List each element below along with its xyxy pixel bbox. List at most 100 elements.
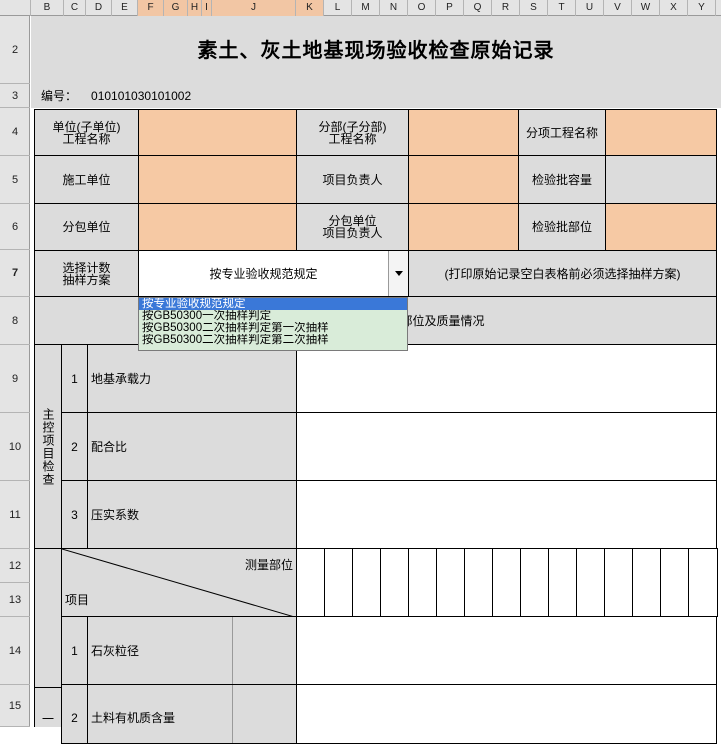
measure-cell[interactable] [464,548,493,617]
measure-cell[interactable] [632,548,661,617]
measure-cell[interactable] [520,548,549,617]
project-manager-label: 项目负责人 [296,155,409,204]
general-label-cell [34,548,62,688]
column-header-K[interactable]: K [296,0,324,16]
row-header-bar: 2 3 4 5 6 7 8 9 10 11 12 13 14 15 [0,16,30,727]
row-header-13[interactable]: 13 [0,583,30,617]
column-header-O[interactable]: O [408,0,436,16]
measure-cell[interactable] [408,548,437,617]
column-header-C[interactable]: C [64,0,86,16]
row-header-4[interactable]: 4 [0,108,30,156]
main-item-number: 1 [61,344,88,413]
corner-cell[interactable] [0,0,31,16]
general-label: 一 [41,711,54,726]
main-control-label: 主控项目检查 [41,407,55,486]
measure-cell[interactable] [660,548,689,617]
position-label: 测量部位 [244,558,293,572]
column-header-D[interactable]: D [86,0,112,16]
dropdown-option[interactable]: 按GB50300二次抽样判定第一次抽样 [139,322,407,334]
column-header-G[interactable]: G [164,0,188,16]
row-header-8[interactable]: 8 [0,297,30,345]
row-header-5[interactable]: 5 [0,156,30,204]
column-header-T[interactable]: T [548,0,576,16]
measure-cell[interactable] [296,548,325,617]
column-header-P[interactable]: P [436,0,464,16]
sampling-select[interactable]: 按专业验收规范规定 [138,250,409,297]
column-header-B[interactable]: B [31,0,64,16]
main-item-value-cell[interactable] [296,412,717,481]
project-manager-input[interactable] [408,155,519,204]
code-label: 编号： [41,89,78,103]
dropdown-option[interactable]: 按GB50300二次抽样判定第二次抽样 [139,334,407,346]
column-header-R[interactable]: R [492,0,520,16]
column-header-J[interactable]: J [212,0,296,16]
column-header-Q[interactable]: Q [464,0,492,16]
sampling-dropdown-list[interactable]: 按专业验收规范规定 按GB50300一次抽样判定 按GB50300二次抽样判定第一次… [138,297,408,351]
column-header-N[interactable]: N [380,0,408,16]
column-header-F[interactable]: F [138,0,164,16]
dropdown-option[interactable]: 按GB50300一次抽样判定 [139,310,407,322]
dropdown-arrow-button[interactable] [388,251,408,296]
measure-cell[interactable] [324,548,353,617]
division-name-label: 分部(子分部) 工程名称 [296,109,409,156]
unit-name-input[interactable] [138,109,297,156]
dropdown-option[interactable]: 按专业验收规范规定 [139,298,407,310]
general-item-value-cell[interactable] [296,616,717,685]
main-item-value-cell[interactable] [296,344,717,413]
column-header-L[interactable]: L [324,0,352,16]
measure-cell[interactable] [380,548,409,617]
column-header-V[interactable]: V [604,0,632,16]
chevron-down-icon [394,271,403,276]
batch-capacity-input[interactable] [605,155,717,204]
title-row: 素土、灰土地基现场验收检查原始记录 [31,16,721,84]
measure-cell[interactable] [548,548,577,617]
row-header-9[interactable]: 9 [0,345,30,413]
subitem-name-input[interactable] [605,109,717,156]
measure-cell[interactable] [576,548,605,617]
measure-cell[interactable] [492,548,521,617]
row-header-11[interactable]: 11 [0,481,30,549]
row-header-12[interactable]: 12 [0,549,30,583]
main-item-name: 压实系数 [87,480,297,549]
column-header-U[interactable]: U [576,0,604,16]
row-header-15[interactable]: 15 [0,685,30,727]
main-item-value-cell[interactable] [296,480,717,549]
measure-cell[interactable] [352,548,381,617]
division-name-input[interactable] [408,109,519,156]
column-header-H[interactable]: H [188,0,202,16]
page-title: 素土、灰土地基现场验收检查原始记录 [197,38,555,62]
column-header-Y[interactable]: Y [688,0,716,16]
row-header-3[interactable]: 3 [0,84,30,108]
measure-cell[interactable] [436,548,465,617]
general-item-name: 石灰粒径 [87,616,297,685]
row-header-14[interactable]: 14 [0,617,30,685]
row-header-10[interactable]: 10 [0,413,30,481]
code-row: 编号： 010101030101002 [31,84,721,108]
column-divider [232,685,233,743]
sub-manager-label: 分包单位 项目负责人 [296,203,409,251]
column-header-S[interactable]: S [520,0,548,16]
sampling-select-value: 按专业验收规范规定 [209,266,318,281]
column-header-bar: BCDEFGHIJKLMNOPQRSTUVWXY [0,0,721,16]
column-divider [232,617,233,684]
contractor-input[interactable] [138,155,297,204]
column-header-W[interactable]: W [632,0,660,16]
general-item-value-cell[interactable] [296,684,717,744]
sub-manager-input[interactable] [408,203,519,251]
column-header-E[interactable]: E [112,0,138,16]
row-header-7[interactable]: 7 [0,250,30,297]
row-header-2[interactable]: 2 [0,16,30,84]
measure-cell[interactable] [604,548,633,617]
main-control-label-cell: 主控项目检查 [34,344,62,549]
row-header-6[interactable]: 6 [0,204,30,250]
column-header-X[interactable]: X [660,0,688,16]
batch-location-input[interactable] [605,203,717,251]
measure-cell[interactable] [688,548,718,617]
subcontractor-input[interactable] [138,203,297,251]
sampling-note: (打印原始记录空白表格前必须选择抽样方案) [408,250,717,297]
column-header-M[interactable]: M [352,0,380,16]
batch-location-label: 检验批部位 [518,203,606,251]
column-header-I[interactable]: I [202,0,212,16]
main-item-number: 3 [61,480,88,549]
general-item-number: 1 [61,616,88,685]
